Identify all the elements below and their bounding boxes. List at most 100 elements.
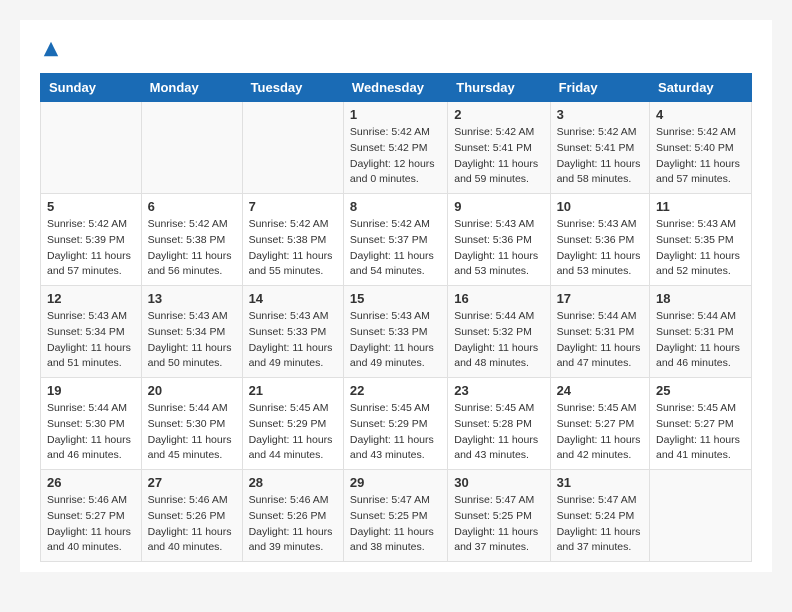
day-number: 20 — [148, 383, 236, 398]
calendar-day-7: 7 Sunrise: 5:42 AM Sunset: 5:38 PM Daylig… — [242, 194, 343, 286]
day-number: 2 — [454, 107, 543, 122]
calendar-day-27: 27Sunrise: 5:46 AM Sunset: 5:26 PM Dayli… — [141, 470, 242, 562]
day-number: 22 — [350, 383, 441, 398]
day-info: Sunrise: 5:42 AM Sunset: 5:39 PM Dayligh… — [47, 217, 135, 280]
day-number: 10 — [557, 199, 643, 214]
day-number: 4 — [656, 107, 745, 122]
calendar-day-2: 2 Sunrise: 5:42 AM Sunset: 5:41 PM Daylig… — [448, 102, 550, 194]
day-number: 28 — [249, 475, 337, 490]
empty-cell — [650, 470, 752, 562]
day-number: 3 — [557, 107, 643, 122]
weekday-header-thursday: Thursday — [448, 74, 550, 102]
calendar-day-5: 5 Sunrise: 5:42 AM Sunset: 5:39 PM Daylig… — [41, 194, 142, 286]
calendar-day-31: 31 Sunrise: 5:47 AM Sunset: 5:24 PM Dayli… — [550, 470, 649, 562]
day-info: Sunrise: 5:47 AM Sunset: 5:25 PM Dayligh… — [350, 493, 441, 556]
calendar-day-11: 11Sunrise: 5:43 AM Sunset: 5:35 PM Dayli… — [650, 194, 752, 286]
calendar-day-24: 24 Sunrise: 5:45 AM Sunset: 5:27 PM Dayli… — [550, 378, 649, 470]
day-number: 30 — [454, 475, 543, 490]
day-number: 27 — [148, 475, 236, 490]
calendar-day-10: 10Sunrise: 5:43 AM Sunset: 5:36 PM Dayli… — [550, 194, 649, 286]
day-number: 25 — [656, 383, 745, 398]
calendar-day-6: 6 Sunrise: 5:42 AM Sunset: 5:38 PM Daylig… — [141, 194, 242, 286]
calendar-day-9: 9 Sunrise: 5:43 AM Sunset: 5:36 PM Daylig… — [448, 194, 550, 286]
day-info: Sunrise: 5:43 AM Sunset: 5:35 PM Dayligh… — [656, 217, 745, 280]
day-number: 16 — [454, 291, 543, 306]
calendar-week-row: 5 Sunrise: 5:42 AM Sunset: 5:39 PM Daylig… — [41, 194, 752, 286]
calendar-day-19: 19 Sunrise: 5:44 AM Sunset: 5:30 PM Dayli… — [41, 378, 142, 470]
day-info: Sunrise: 5:46 AM Sunset: 5:27 PM Dayligh… — [47, 493, 135, 556]
day-number: 26 — [47, 475, 135, 490]
calendar-day-1: 1 Sunrise: 5:42 AM Sunset: 5:42 PM Daylig… — [343, 102, 447, 194]
calendar-day-28: 28 Sunrise: 5:46 AM Sunset: 5:26 PM Dayli… — [242, 470, 343, 562]
day-number: 17 — [557, 291, 643, 306]
day-info: Sunrise: 5:46 AM Sunset: 5:26 PM Dayligh… — [249, 493, 337, 556]
day-number: 1 — [350, 107, 441, 122]
calendar-page: SundayMondayTuesdayWednesdayThursdayFrid… — [20, 20, 772, 572]
calendar-day-14: 14 Sunrise: 5:43 AM Sunset: 5:33 PM Dayli… — [242, 286, 343, 378]
day-number: 5 — [47, 199, 135, 214]
calendar-day-13: 13 Sunrise: 5:43 AM Sunset: 5:34 PM Dayli… — [141, 286, 242, 378]
calendar-week-row: 12 Sunrise: 5:43 AM Sunset: 5:34 PM Dayli… — [41, 286, 752, 378]
day-number: 7 — [249, 199, 337, 214]
calendar-day-25: 25 Sunrise: 5:45 AM Sunset: 5:27 PM Dayli… — [650, 378, 752, 470]
day-info: Sunrise: 5:42 AM Sunset: 5:37 PM Dayligh… — [350, 217, 441, 280]
day-info: Sunrise: 5:42 AM Sunset: 5:38 PM Dayligh… — [148, 217, 236, 280]
day-number: 15 — [350, 291, 441, 306]
logo — [40, 40, 60, 63]
day-number: 6 — [148, 199, 236, 214]
day-number: 19 — [47, 383, 135, 398]
day-info: Sunrise: 5:43 AM Sunset: 5:33 PM Dayligh… — [350, 309, 441, 372]
day-number: 9 — [454, 199, 543, 214]
day-info: Sunrise: 5:43 AM Sunset: 5:36 PM Dayligh… — [454, 217, 543, 280]
day-number: 13 — [148, 291, 236, 306]
calendar-day-22: 22Sunrise: 5:45 AM Sunset: 5:29 PM Dayli… — [343, 378, 447, 470]
calendar-day-12: 12 Sunrise: 5:43 AM Sunset: 5:34 PM Dayli… — [41, 286, 142, 378]
empty-cell — [141, 102, 242, 194]
calendar-day-4: 4Sunrise: 5:42 AM Sunset: 5:40 PM Daylig… — [650, 102, 752, 194]
day-number: 14 — [249, 291, 337, 306]
day-info: Sunrise: 5:42 AM Sunset: 5:38 PM Dayligh… — [249, 217, 337, 280]
day-number: 21 — [249, 383, 337, 398]
calendar-day-29: 29 Sunrise: 5:47 AM Sunset: 5:25 PM Dayli… — [343, 470, 447, 562]
day-info: Sunrise: 5:42 AM Sunset: 5:41 PM Dayligh… — [557, 125, 643, 188]
day-info: Sunrise: 5:42 AM Sunset: 5:42 PM Dayligh… — [350, 125, 441, 188]
logo-icon — [42, 40, 60, 58]
day-number: 23 — [454, 383, 543, 398]
calendar-day-16: 16Sunrise: 5:44 AM Sunset: 5:32 PM Dayli… — [448, 286, 550, 378]
day-info: Sunrise: 5:43 AM Sunset: 5:33 PM Dayligh… — [249, 309, 337, 372]
calendar-day-18: 18 Sunrise: 5:44 AM Sunset: 5:31 PM Dayli… — [650, 286, 752, 378]
day-info: Sunrise: 5:45 AM Sunset: 5:29 PM Dayligh… — [249, 401, 337, 464]
day-info: Sunrise: 5:45 AM Sunset: 5:27 PM Dayligh… — [557, 401, 643, 464]
weekday-header-saturday: Saturday — [650, 74, 752, 102]
day-info: Sunrise: 5:42 AM Sunset: 5:41 PM Dayligh… — [454, 125, 543, 188]
day-info: Sunrise: 5:44 AM Sunset: 5:30 PM Dayligh… — [148, 401, 236, 464]
calendar-day-3: 3 Sunrise: 5:42 AM Sunset: 5:41 PM Daylig… — [550, 102, 649, 194]
day-info: Sunrise: 5:47 AM Sunset: 5:25 PM Dayligh… — [454, 493, 543, 556]
header — [40, 40, 752, 63]
day-info: Sunrise: 5:43 AM Sunset: 5:34 PM Dayligh… — [47, 309, 135, 372]
calendar-week-row: 19 Sunrise: 5:44 AM Sunset: 5:30 PM Dayli… — [41, 378, 752, 470]
weekday-header-monday: Monday — [141, 74, 242, 102]
weekday-header-friday: Friday — [550, 74, 649, 102]
day-number: 18 — [656, 291, 745, 306]
day-info: Sunrise: 5:44 AM Sunset: 5:31 PM Dayligh… — [656, 309, 745, 372]
calendar-day-20: 20 Sunrise: 5:44 AM Sunset: 5:30 PM Dayli… — [141, 378, 242, 470]
calendar-day-8: 8 Sunrise: 5:42 AM Sunset: 5:37 PM Daylig… — [343, 194, 447, 286]
calendar-day-15: 15 Sunrise: 5:43 AM Sunset: 5:33 PM Dayli… — [343, 286, 447, 378]
day-info: Sunrise: 5:44 AM Sunset: 5:30 PM Dayligh… — [47, 401, 135, 464]
day-number: 8 — [350, 199, 441, 214]
day-number: 24 — [557, 383, 643, 398]
day-info: Sunrise: 5:43 AM Sunset: 5:34 PM Dayligh… — [148, 309, 236, 372]
weekday-header-row: SundayMondayTuesdayWednesdayThursdayFrid… — [41, 74, 752, 102]
weekday-header-wednesday: Wednesday — [343, 74, 447, 102]
day-info: Sunrise: 5:45 AM Sunset: 5:27 PM Dayligh… — [656, 401, 745, 464]
day-number: 29 — [350, 475, 441, 490]
day-number: 12 — [47, 291, 135, 306]
day-number: 31 — [557, 475, 643, 490]
empty-cell — [242, 102, 343, 194]
empty-cell — [41, 102, 142, 194]
day-info: Sunrise: 5:45 AM Sunset: 5:28 PM Dayligh… — [454, 401, 543, 464]
calendar-day-21: 21 Sunrise: 5:45 AM Sunset: 5:29 PM Dayli… — [242, 378, 343, 470]
day-info: Sunrise: 5:47 AM Sunset: 5:24 PM Dayligh… — [557, 493, 643, 556]
calendar-week-row: 1 Sunrise: 5:42 AM Sunset: 5:42 PM Daylig… — [41, 102, 752, 194]
